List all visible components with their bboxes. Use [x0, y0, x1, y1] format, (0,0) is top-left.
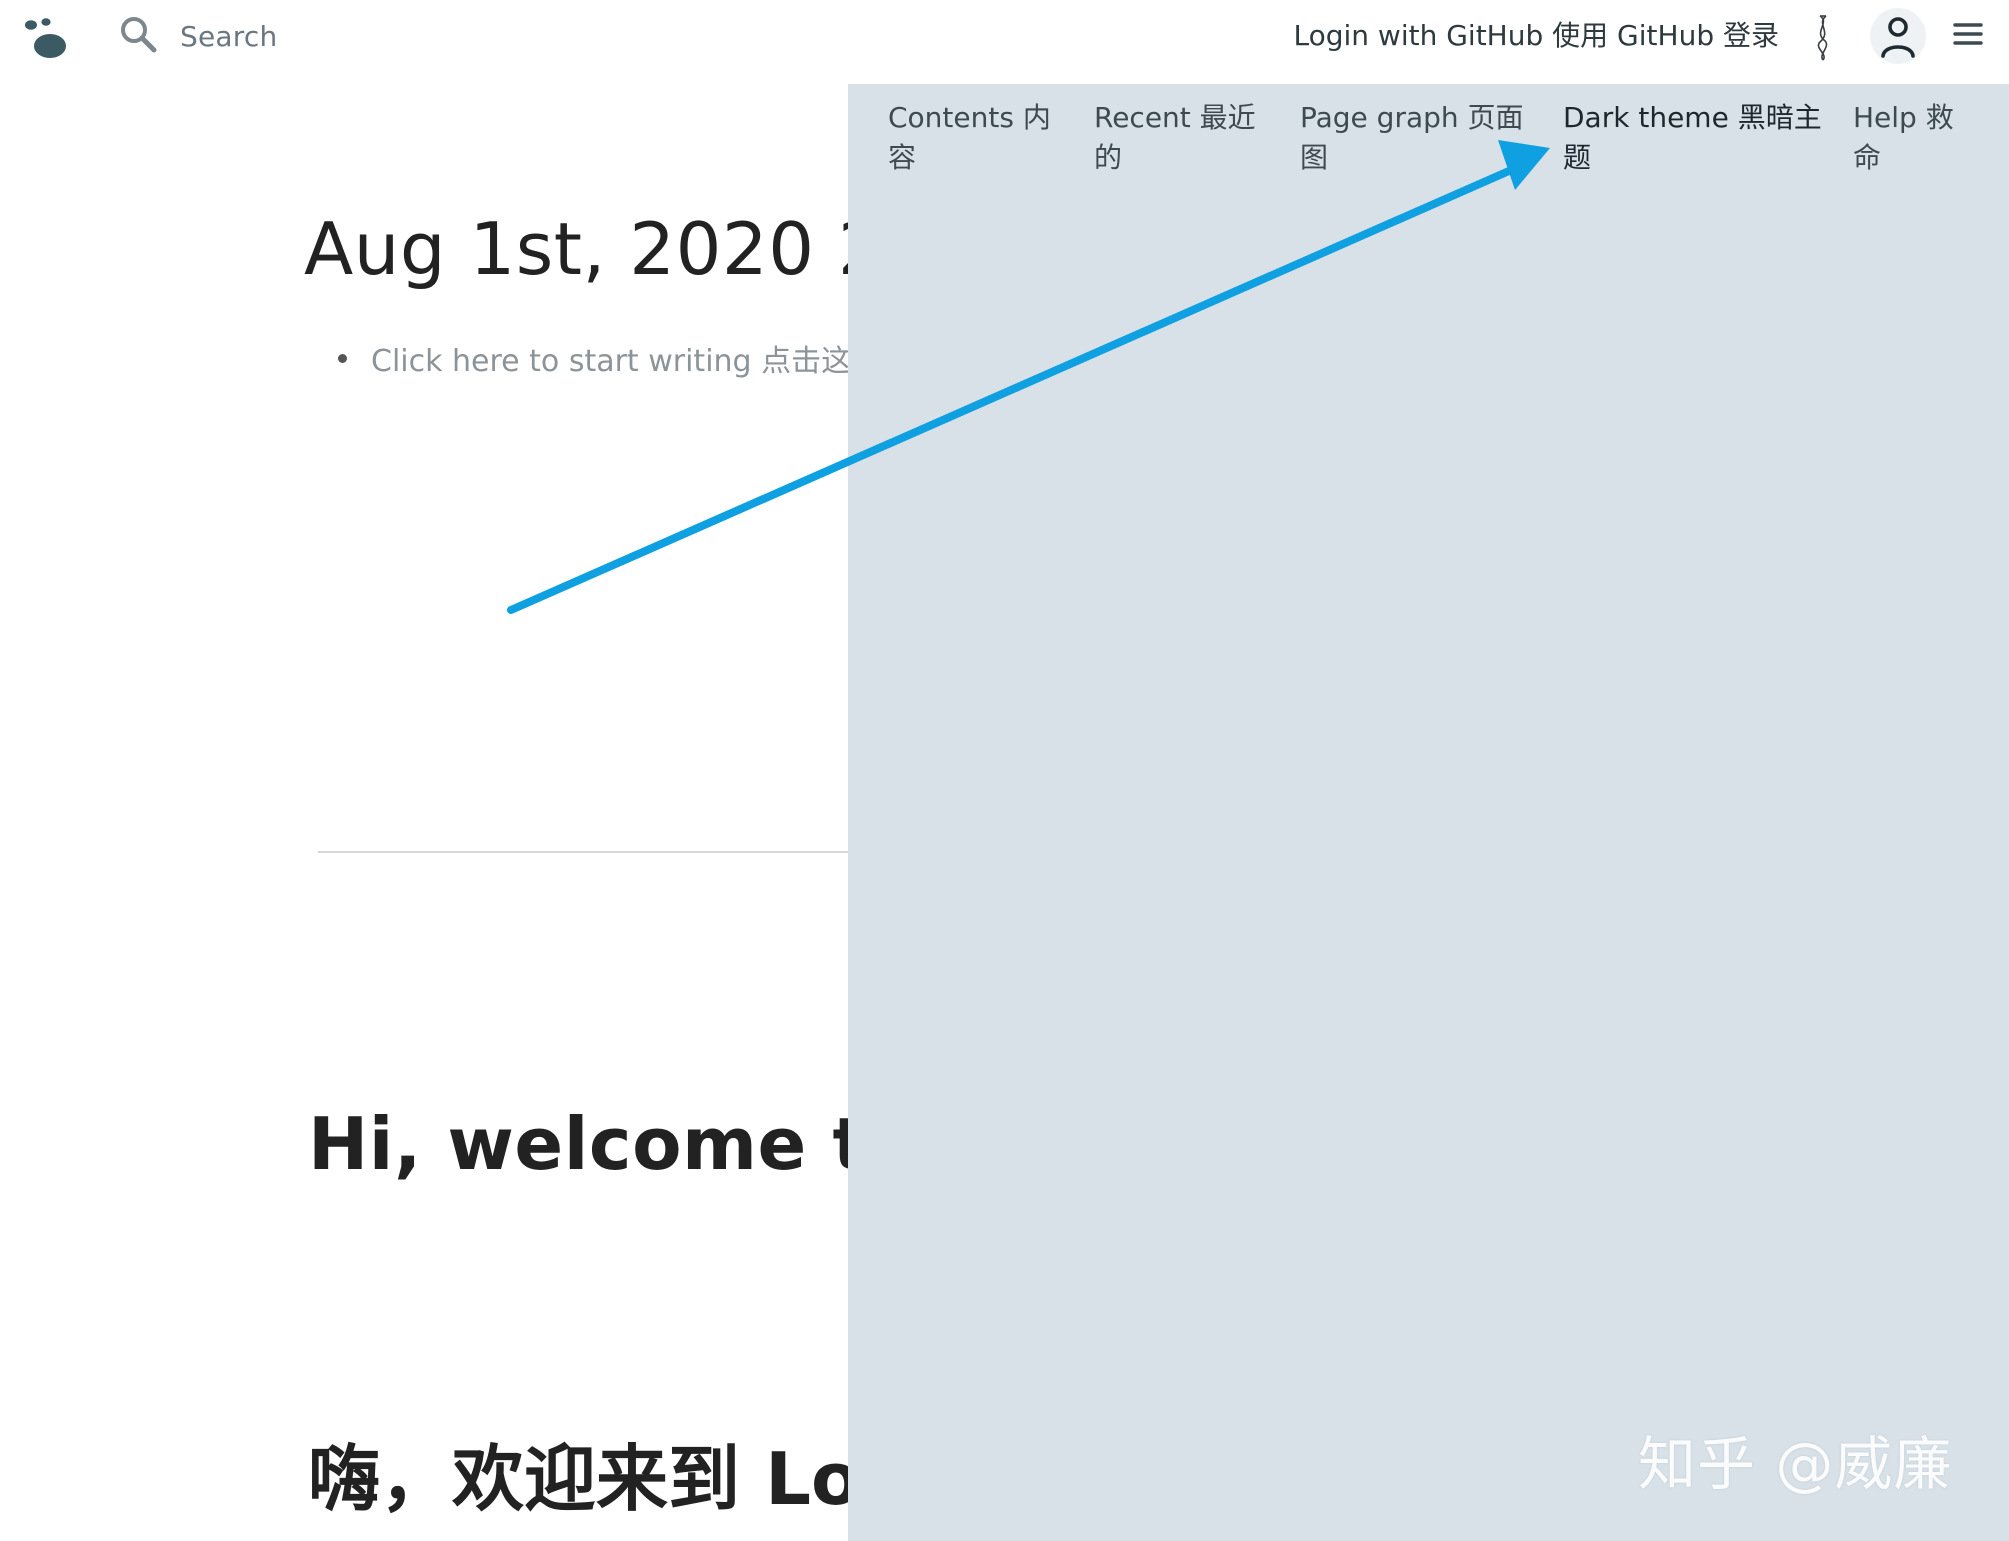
tab-page-graph-label-line1: Page graph 页面: [1300, 101, 1524, 134]
search-icon: [118, 14, 158, 58]
tab-page-graph[interactable]: Page graph 页面 图: [1300, 98, 1524, 178]
login-with-github-button[interactable]: Login with GitHub 使用 GitHub 登录: [1293, 14, 1779, 58]
tab-recent[interactable]: Recent 最近 的: [1094, 98, 1256, 178]
tab-contents-label-line2: 容: [888, 141, 917, 174]
search-box[interactable]: Search: [118, 12, 277, 60]
search-label: Search: [180, 19, 278, 53]
tab-dark-theme[interactable]: Dark theme 黑暗主 题: [1563, 98, 1822, 178]
tab-recent-label-line1: Recent 最近: [1094, 101, 1256, 134]
top-bar: Search Login with GitHub 使用 GitHub 登录: [0, 0, 2009, 82]
user-avatar-icon[interactable]: [1870, 8, 1926, 64]
right-sidebar-tabs: Contents 内 容 Recent 最近 的 Page graph 页面 图…: [848, 98, 2009, 188]
tab-help[interactable]: Help 救 命: [1853, 98, 1954, 178]
tab-contents-label-line1: Contents 内: [888, 101, 1051, 134]
tab-dark-theme-label-line2: 题: [1563, 141, 1592, 174]
app-window: Search Login with GitHub 使用 GitHub 登录 Au…: [0, 0, 2009, 1541]
tab-help-label-line1: Help 救: [1853, 101, 1954, 134]
tab-contents[interactable]: Contents 内 容: [888, 98, 1051, 178]
plugin-icon[interactable]: [1808, 12, 1838, 64]
tab-help-label-line2: 命: [1853, 141, 1882, 174]
logseq-logo-icon[interactable]: [22, 14, 78, 66]
zhihu-watermark: 知乎 @威廉: [1638, 1430, 1953, 1498]
tab-page-graph-label-line2: 图: [1300, 141, 1329, 174]
hamburger-menu-icon[interactable]: [1952, 18, 1984, 50]
right-sidebar: Contents 内 容 Recent 最近 的 Page graph 页面 图…: [848, 84, 2009, 1541]
tab-dark-theme-label-line1: Dark theme 黑暗主: [1563, 101, 1822, 134]
block-bullet[interactable]: [338, 353, 347, 363]
tab-recent-label-line2: 的: [1094, 141, 1123, 174]
